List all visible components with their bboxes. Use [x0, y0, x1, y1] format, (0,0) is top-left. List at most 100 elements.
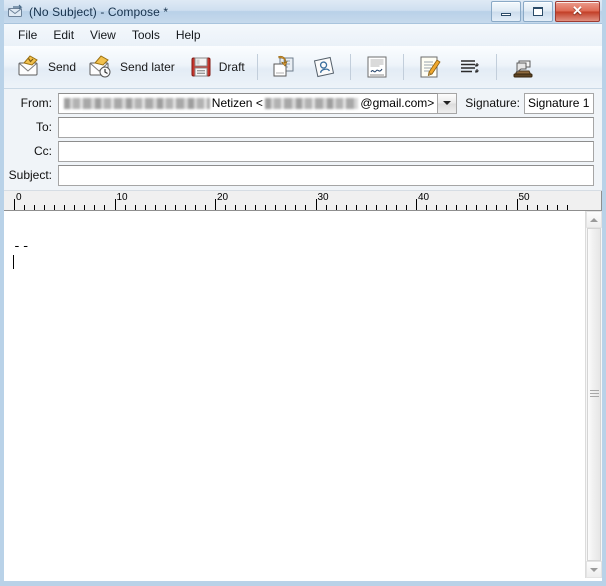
minimize-icon	[501, 13, 511, 16]
scrollbar-track[interactable]	[586, 228, 602, 561]
ruler-minor-tick	[446, 205, 448, 210]
from-field[interactable]: Netizen < @gmail.com>	[58, 92, 439, 114]
menu-item-edit[interactable]: Edit	[45, 26, 82, 44]
from-dropdown-button[interactable]	[438, 92, 458, 114]
vertical-scrollbar[interactable]	[585, 211, 602, 578]
ruler-minor-tick	[385, 205, 387, 210]
ruler-minor-tick	[24, 205, 26, 210]
ruler-major-tick	[416, 199, 417, 210]
attach-contact-button[interactable]	[304, 48, 344, 86]
ruler-minor-tick	[204, 205, 206, 210]
signature-separator: --	[13, 239, 31, 254]
scrollbar-grip-icon	[589, 390, 599, 399]
compose-envelope-icon	[8, 4, 24, 20]
text-caret	[13, 255, 14, 269]
to-field[interactable]	[58, 116, 594, 138]
attach-contact-card-icon	[310, 53, 338, 81]
maximize-button[interactable]	[523, 1, 553, 22]
attach-file-icon	[270, 53, 298, 81]
chevron-down-icon	[590, 567, 598, 572]
attach-file-button[interactable]	[264, 48, 304, 86]
edit-note-button[interactable]	[410, 48, 450, 86]
ruler-minor-tick	[124, 205, 126, 210]
menu-item-help[interactable]: Help	[168, 26, 209, 44]
signature-label: Signature:	[465, 96, 520, 110]
ruler-minor-tick	[395, 205, 397, 210]
ruler-end-marker	[601, 191, 602, 210]
ruler-minor-tick	[34, 205, 36, 210]
ruler-minor-tick	[375, 205, 377, 210]
send-envelope-icon	[16, 53, 44, 81]
minimize-button[interactable]	[491, 1, 521, 22]
ruler-minor-tick	[164, 205, 166, 210]
ruler-minor-tick	[154, 205, 156, 210]
message-body-input[interactable]: --	[4, 211, 585, 578]
ruler-minor-tick	[265, 205, 267, 210]
ruler-minor-tick	[526, 205, 528, 210]
scroll-up-button[interactable]	[586, 211, 602, 228]
signature-field[interactable]: Signature 1	[524, 92, 594, 114]
header-fields: From: Netizen < @gmail.com> Signature: S…	[4, 89, 602, 190]
ruler-minor-tick	[325, 205, 327, 210]
from-label: From:	[20, 96, 52, 110]
ruler-major-tick	[315, 199, 317, 210]
menu-item-file[interactable]: File	[10, 26, 45, 44]
menu-item-view[interactable]: View	[82, 26, 124, 44]
ruler-major-tick	[114, 199, 116, 210]
ruler-minor-tick	[506, 205, 508, 210]
ruler-minor-tick	[84, 205, 86, 210]
title-bar[interactable]: (No Subject) - Compose * ✕	[4, 0, 602, 24]
from-row: From: Netizen < @gmail.com> Signature: S…	[4, 92, 594, 114]
ruler-minor-tick	[245, 205, 247, 210]
ruler-minor-tick	[405, 205, 407, 210]
scrollbar-thumb[interactable]	[587, 228, 601, 561]
subject-label: Subject:	[8, 168, 52, 182]
ruler[interactable]: 0 10 20 30 40 50	[4, 190, 602, 211]
send-button-label: Send	[48, 60, 77, 74]
toolbar-separator	[495, 54, 497, 80]
send-button[interactable]: Send	[10, 48, 82, 86]
cc-label: Cc:	[34, 144, 52, 158]
insert-signature-button[interactable]	[357, 48, 397, 86]
ruler-minor-tick	[426, 205, 428, 210]
close-button[interactable]: ✕	[555, 1, 600, 22]
draft-button[interactable]: Draft	[181, 48, 251, 86]
ruler-minor-tick	[456, 205, 458, 210]
print-button[interactable]	[503, 48, 543, 86]
menu-item-tools[interactable]: Tools	[124, 26, 168, 44]
ruler-label: 20	[217, 192, 229, 203]
edit-pencil-note-icon	[416, 53, 444, 81]
send-later-button[interactable]: Send later	[82, 48, 181, 86]
format-paragraph-button[interactable]	[450, 48, 490, 86]
ruler-minor-tick	[184, 205, 186, 210]
ruler-minor-tick	[174, 205, 176, 210]
compose-window: (No Subject) - Compose * ✕ File Edit Vie…	[0, 0, 606, 586]
text-caret-line	[13, 254, 585, 273]
ruler-minor-tick	[536, 205, 538, 210]
ruler-label: 0	[16, 192, 22, 203]
redacted-sender-name	[64, 97, 210, 109]
ruler-label: 50	[518, 192, 530, 203]
ruler-minor-tick	[275, 205, 277, 210]
ruler-minor-tick	[235, 205, 237, 210]
print-stamp-icon	[509, 53, 537, 81]
subject-field[interactable]	[58, 164, 594, 186]
subject-row: Subject:	[4, 164, 594, 186]
ruler-minor-tick	[64, 205, 66, 210]
chevron-up-icon	[590, 217, 598, 222]
ruler-label: 40	[418, 192, 430, 203]
window-title: (No Subject) - Compose *	[29, 4, 169, 19]
close-icon: ✕	[572, 3, 583, 18]
draft-button-label: Draft	[218, 60, 245, 74]
ruler-major-tick	[516, 199, 518, 210]
format-paragraph-icon	[456, 53, 484, 81]
ruler-minor-tick	[134, 205, 136, 210]
redacted-sender-address	[264, 97, 359, 109]
ruler-minor-tick	[285, 205, 287, 210]
scroll-down-button[interactable]	[586, 561, 602, 578]
cc-field[interactable]	[58, 140, 594, 162]
cc-row: Cc:	[4, 140, 594, 162]
toolbar-separator	[402, 54, 404, 80]
ruler-minor-tick	[566, 205, 568, 210]
floppy-disk-save-icon	[187, 53, 215, 81]
